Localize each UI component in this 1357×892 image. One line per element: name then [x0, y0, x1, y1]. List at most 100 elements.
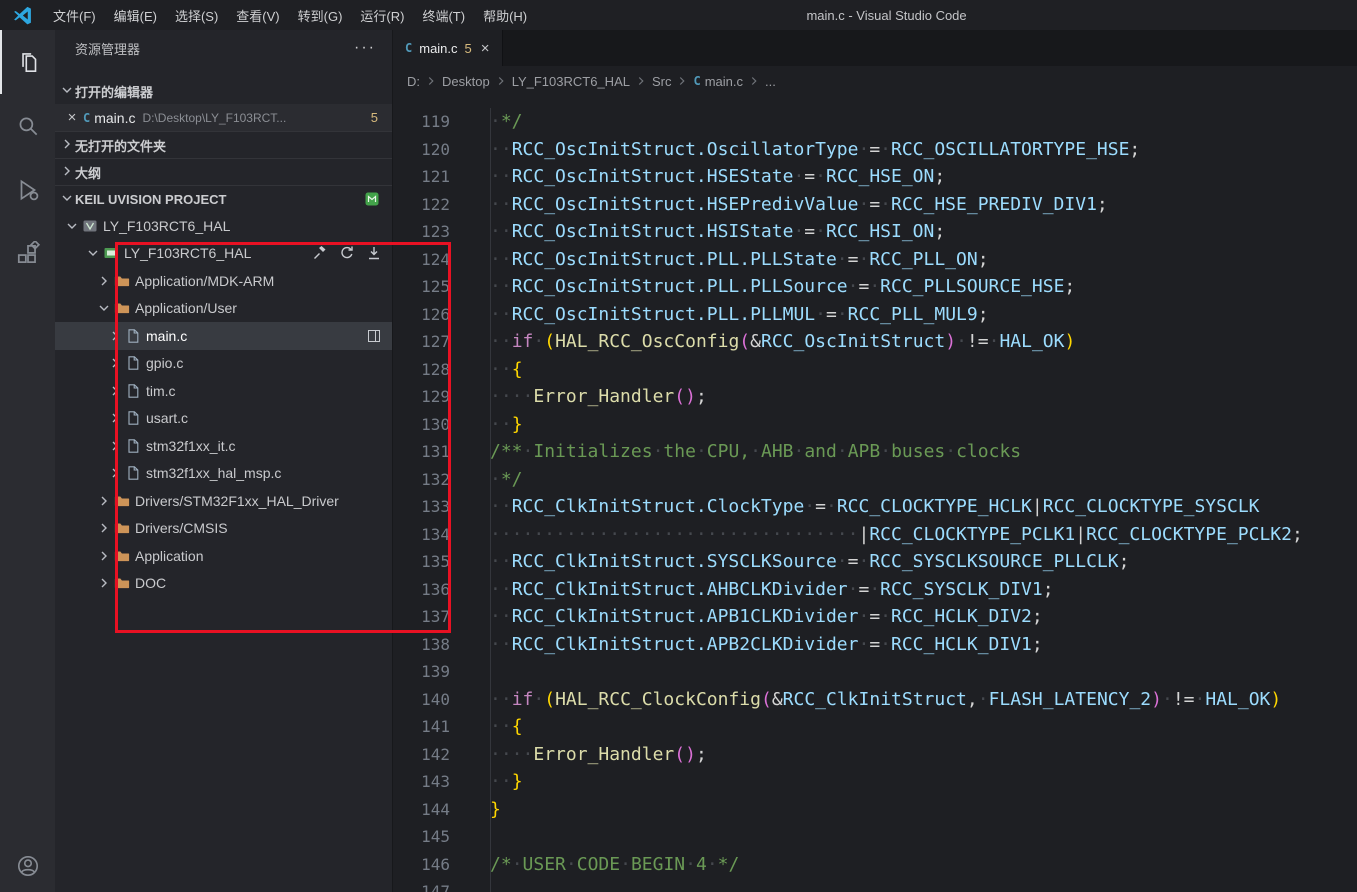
tree-item-stm32f1xx-hal-msp-c[interactable]: stm32f1xx_hal_msp.c [55, 460, 392, 488]
tree-item-usart-c[interactable]: usart.c [55, 405, 392, 433]
line-number[interactable]: 141 [393, 713, 450, 741]
code-line[interactable]: 145 [393, 823, 1357, 851]
code-line[interactable]: 123··RCC_OscInitStruct.HSIState·=·RCC_HS… [393, 218, 1357, 246]
line-number[interactable]: 125 [393, 273, 450, 301]
code-line[interactable]: 144} [393, 796, 1357, 824]
menu-item[interactable]: 选择(S) [166, 0, 227, 30]
tree-item-application-mdk-arm[interactable]: Application/MDK-ARM [55, 267, 392, 295]
breadcrumb-item[interactable]: Src [652, 74, 672, 89]
line-number[interactable]: 120 [393, 136, 450, 164]
close-tab-icon[interactable]: × [481, 40, 490, 57]
chevron-right-icon[interactable] [96, 273, 112, 289]
breadcrumb-item[interactable]: Cmain.c [693, 74, 743, 89]
menu-item[interactable]: 查看(V) [227, 0, 288, 30]
line-number[interactable]: 123 [393, 218, 450, 246]
menu-item[interactable]: 文件(F) [44, 0, 105, 30]
tree-item-ly-f103rct6-hal[interactable]: LY_F103RCT6_HAL [55, 240, 392, 268]
code-line[interactable]: 125··RCC_OscInitStruct.PLL.PLLSource·=·R… [393, 273, 1357, 301]
breadcrumb-item[interactable]: D: [407, 74, 420, 89]
code-editor[interactable]: 119·*/120··RCC_OscInitStruct.OscillatorT… [393, 96, 1357, 892]
breadcrumb-item[interactable]: LY_F103RCT6_HAL [512, 74, 630, 89]
line-number[interactable]: 132 [393, 466, 450, 494]
split-editor-icon[interactable] [366, 328, 382, 344]
build-icon[interactable] [312, 245, 328, 261]
code-line[interactable]: 126··RCC_OscInitStruct.PLL.PLLMUL·=·RCC_… [393, 301, 1357, 329]
line-number[interactable]: 139 [393, 658, 450, 686]
tree-item-main-c[interactable]: main.c [55, 322, 392, 350]
line-number[interactable]: 128 [393, 356, 450, 384]
tree-item-gpio-c[interactable]: gpio.c [55, 350, 392, 378]
line-number[interactable]: 136 [393, 576, 450, 604]
code-line[interactable]: 146/*·USER·CODE·BEGIN·4·*/ [393, 851, 1357, 879]
tree-item-tim-c[interactable]: tim.c [55, 377, 392, 405]
code-line[interactable]: 147 [393, 878, 1357, 892]
rebuild-icon[interactable] [339, 245, 355, 261]
download-icon[interactable] [366, 245, 382, 261]
menu-item[interactable]: 终端(T) [413, 0, 474, 30]
tree-item-application[interactable]: Application [55, 542, 392, 570]
line-number[interactable]: 143 [393, 768, 450, 796]
code-line[interactable]: 130··} [393, 411, 1357, 439]
chevron-right-icon[interactable] [107, 410, 123, 426]
code-line[interactable]: 138··RCC_ClkInitStruct.APB2CLKDivider·=·… [393, 631, 1357, 659]
account-icon[interactable] [0, 840, 55, 892]
line-number[interactable]: 134 [393, 521, 450, 549]
code-line[interactable]: 142····Error_Handler(); [393, 741, 1357, 769]
extensions-icon[interactable] [0, 222, 55, 286]
code-line[interactable]: 121··RCC_OscInitStruct.HSEState·=·RCC_HS… [393, 163, 1357, 191]
tree-item-drivers-cmsis[interactable]: Drivers/CMSIS [55, 515, 392, 543]
line-number[interactable]: 144 [393, 796, 450, 824]
code-line[interactable]: 127··if·(HAL_RCC_OscConfig(&RCC_OscInitS… [393, 328, 1357, 356]
code-line[interactable]: 139 [393, 658, 1357, 686]
line-number[interactable]: 142 [393, 741, 450, 769]
menu-item[interactable]: 运行(R) [351, 0, 413, 30]
run-debug-icon[interactable] [0, 158, 55, 222]
code-line[interactable]: 134··································|RC… [393, 521, 1357, 549]
chevron-right-icon[interactable] [107, 438, 123, 454]
line-number[interactable]: 145 [393, 823, 450, 851]
code-line[interactable]: 135··RCC_ClkInitStruct.SYSCLKSource·=·RC… [393, 548, 1357, 576]
line-number[interactable]: 140 [393, 686, 450, 714]
line-number[interactable]: 135 [393, 548, 450, 576]
close-editor-icon[interactable]: × [63, 109, 81, 126]
more-actions-button[interactable]: ··· [354, 39, 376, 57]
menu-item[interactable]: 转到(G) [289, 0, 352, 30]
code-line[interactable]: 122··RCC_OscInitStruct.HSEPredivValue·=·… [393, 191, 1357, 219]
chevron-right-icon[interactable] [96, 493, 112, 509]
tree-item-drivers-stm32f1xx-hal-driver[interactable]: Drivers/STM32F1xx_HAL_Driver [55, 487, 392, 515]
code-line[interactable]: 119·*/ [393, 108, 1357, 136]
line-number[interactable]: 122 [393, 191, 450, 219]
tree-item-stm32f1xx-it-c[interactable]: stm32f1xx_it.c [55, 432, 392, 460]
code-line[interactable]: 129····Error_Handler(); [393, 383, 1357, 411]
menu-item[interactable]: 编辑(E) [105, 0, 166, 30]
section-no-folder[interactable]: 无打开的文件夹 [55, 131, 392, 158]
code-line[interactable]: 128··{ [393, 356, 1357, 384]
code-line[interactable]: 132·*/ [393, 466, 1357, 494]
line-number[interactable]: 146 [393, 851, 450, 879]
tree-item-doc[interactable]: DOC [55, 570, 392, 598]
chevron-down-icon[interactable] [85, 245, 101, 261]
line-number[interactable]: 137 [393, 603, 450, 631]
chevron-right-icon[interactable] [107, 328, 123, 344]
tree-item-application-user[interactable]: Application/User [55, 295, 392, 323]
chevron-right-icon[interactable] [107, 355, 123, 371]
code-line[interactable]: 120··RCC_OscInitStruct.OscillatorType·=·… [393, 136, 1357, 164]
code-line[interactable]: 137··RCC_ClkInitStruct.APB1CLKDivider·=·… [393, 603, 1357, 631]
line-number[interactable]: 121 [393, 163, 450, 191]
code-line[interactable]: 131/**·Initializes·the·CPU,·AHB·and·APB·… [393, 438, 1357, 466]
code-line[interactable]: 136··RCC_ClkInitStruct.AHBCLKDivider·=·R… [393, 576, 1357, 604]
tree-item-ly-f103rct6-hal[interactable]: LY_F103RCT6_HAL [55, 212, 392, 240]
explorer-icon[interactable] [0, 30, 55, 94]
chevron-down-icon[interactable] [64, 218, 80, 234]
breadcrumb-item[interactable]: Desktop [442, 74, 490, 89]
chevron-right-icon[interactable] [96, 548, 112, 564]
chevron-right-icon[interactable] [107, 465, 123, 481]
chevron-right-icon[interactable] [96, 520, 112, 536]
code-line[interactable]: 124··RCC_OscInitStruct.PLL.PLLState·=·RC… [393, 246, 1357, 274]
chevron-right-icon[interactable] [107, 383, 123, 399]
open-editor-item[interactable]: × C main.c D:\Desktop\LY_F103RCT... 5 [55, 104, 392, 131]
line-number[interactable]: 124 [393, 246, 450, 274]
line-number[interactable]: 133 [393, 493, 450, 521]
line-number[interactable]: 129 [393, 383, 450, 411]
menu-item[interactable]: 帮助(H) [474, 0, 536, 30]
